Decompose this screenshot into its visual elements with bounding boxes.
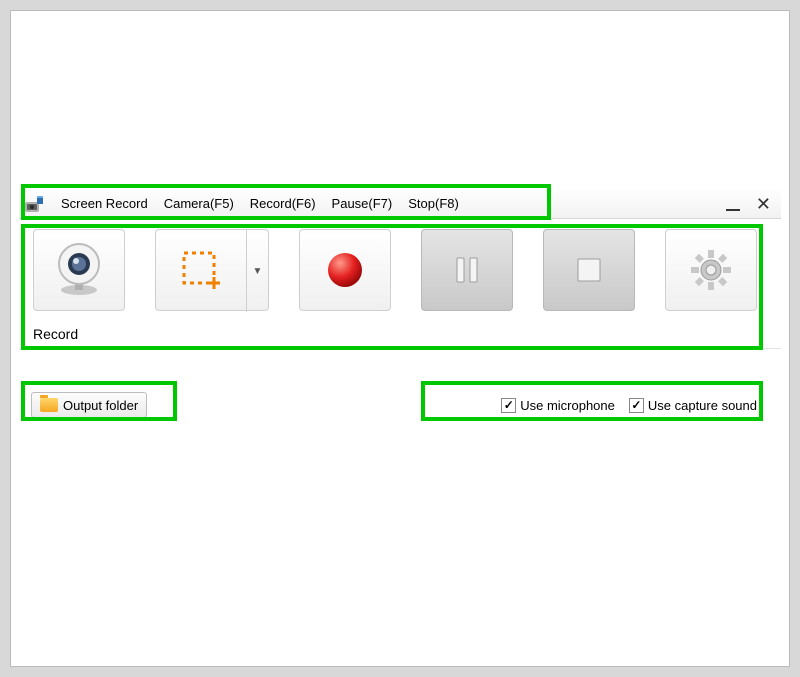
toolbar: ▼ [19, 219, 781, 349]
use-microphone-checkbox[interactable]: ✓ Use microphone [501, 398, 615, 413]
menu-stop[interactable]: Stop(F8) [400, 189, 467, 218]
use-capture-sound-label: Use capture sound [648, 398, 757, 413]
stop-button[interactable] [543, 229, 635, 311]
region-dropdown[interactable]: ▼ [246, 230, 268, 312]
record-button[interactable] [299, 229, 391, 311]
checkbox-icon: ✓ [501, 398, 516, 413]
checkbox-icon: ✓ [629, 398, 644, 413]
crop-icon [178, 247, 224, 293]
menu-bar: Screen Record Camera(F5) Record(F6) Paus… [19, 189, 781, 219]
menu-title[interactable]: Screen Record [53, 189, 156, 218]
region-button[interactable]: ▼ [155, 229, 269, 311]
menu-camera[interactable]: Camera(F5) [156, 189, 242, 218]
gear-icon [686, 245, 736, 295]
minimize-button[interactable] [726, 197, 740, 211]
output-folder-button[interactable]: Output folder [31, 392, 147, 418]
webcam-icon [49, 240, 109, 300]
record-icon [323, 248, 367, 292]
toolbar-label: Record [33, 326, 78, 342]
settings-button[interactable] [665, 229, 757, 311]
stop-icon [569, 250, 609, 290]
chevron-down-icon: ▼ [253, 266, 263, 277]
footer-row: Output folder ✓ Use microphone ✓ Use cap… [19, 389, 781, 421]
pause-button[interactable] [421, 229, 513, 311]
folder-icon [40, 398, 58, 412]
menu-pause[interactable]: Pause(F7) [324, 189, 401, 218]
menu-record[interactable]: Record(F6) [242, 189, 324, 218]
use-microphone-label: Use microphone [520, 398, 615, 413]
close-button[interactable]: ✕ [756, 195, 771, 213]
camera-button[interactable] [33, 229, 125, 311]
app-icon [23, 192, 47, 216]
use-capture-sound-checkbox[interactable]: ✓ Use capture sound [629, 398, 757, 413]
pause-icon [447, 250, 487, 290]
output-folder-label: Output folder [63, 398, 138, 413]
